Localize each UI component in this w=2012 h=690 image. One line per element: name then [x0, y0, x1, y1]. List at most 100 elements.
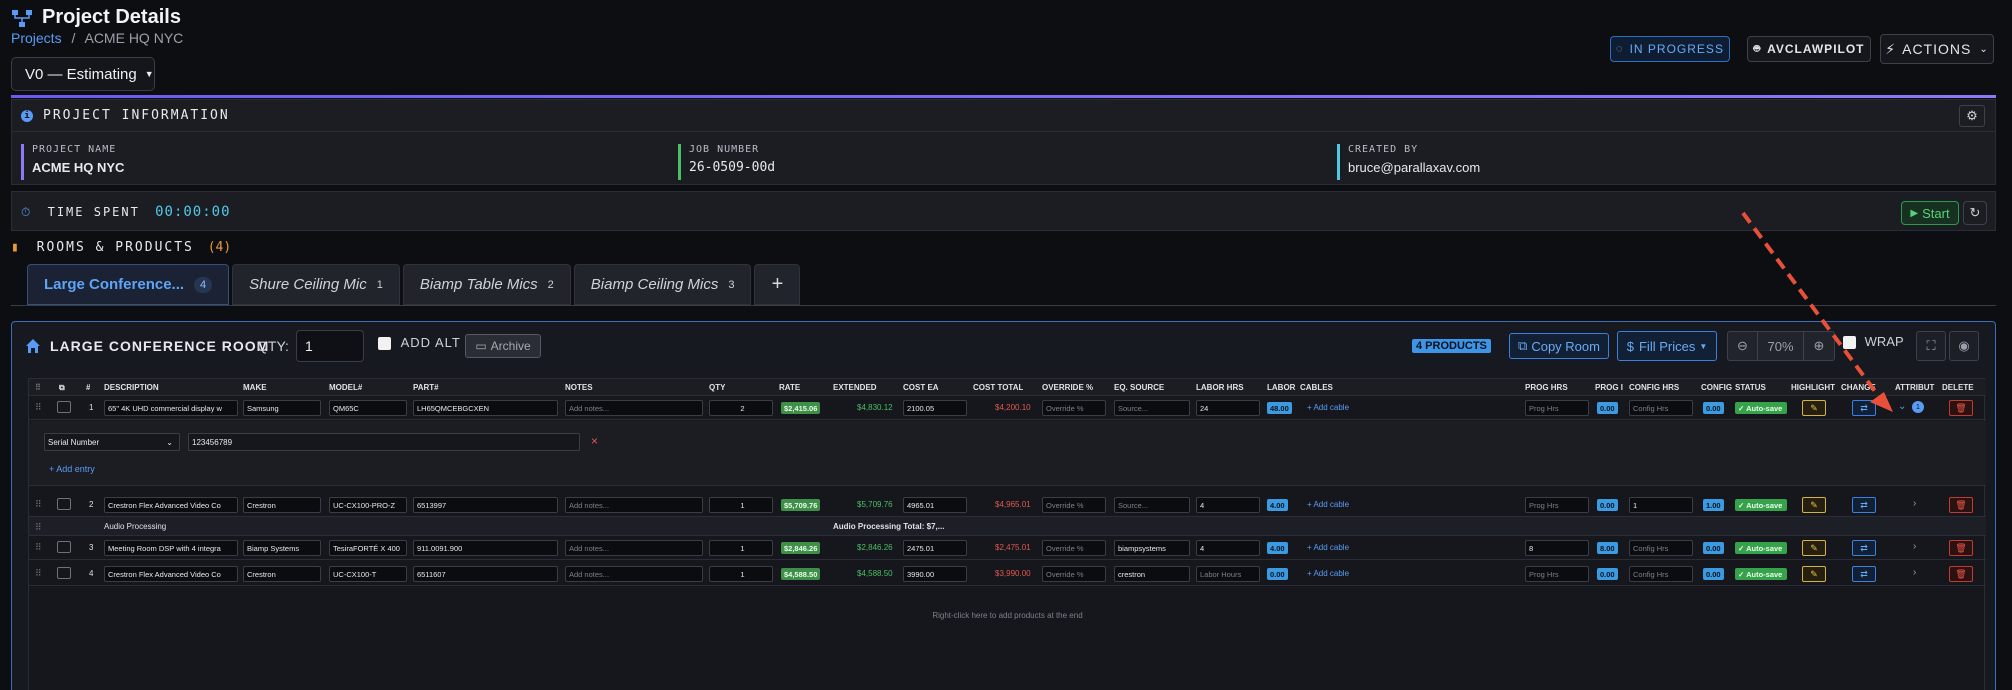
attribute-select[interactable]: Serial Number ⌄ — [44, 433, 180, 451]
remove-attribute-icon[interactable]: × — [591, 434, 598, 448]
col-header[interactable]: RATE — [779, 383, 800, 392]
drag-handle-icon[interactable]: ⠿ — [35, 568, 42, 579]
description-input[interactable]: 65" 4K UHD commercial display w — [104, 400, 238, 416]
highlight-pen-icon[interactable]: ✎ — [1802, 540, 1826, 556]
highlight-pen-icon[interactable]: ✎ — [1802, 400, 1826, 416]
col-header[interactable]: NOTES — [565, 383, 593, 392]
description-input[interactable]: Crestron Flex Advanced Video Co — [104, 566, 238, 582]
tab-large-conference[interactable]: Large Conference... 4 — [27, 264, 230, 305]
part-input[interactable]: 6513997 — [413, 497, 558, 513]
col-header[interactable]: LABOR HRS — [1196, 383, 1244, 392]
add-cable-link[interactable]: + Add cable — [1307, 569, 1349, 578]
prog-hrs-input[interactable]: Prog Hrs — [1525, 400, 1589, 416]
chevron-right-icon[interactable]: › — [1913, 567, 1916, 578]
notes-input[interactable]: Add notes... — [565, 566, 703, 582]
override-input[interactable]: Override % — [1042, 540, 1106, 556]
col-header[interactable]: # — [86, 383, 90, 392]
override-input[interactable]: Override % — [1042, 497, 1106, 513]
col-header[interactable]: COST EA — [903, 383, 939, 392]
drag-handle-icon[interactable]: ⠿ — [35, 522, 42, 533]
model-input[interactable]: UC-CX100-T — [329, 566, 407, 582]
status-button[interactable]: ◌ IN PROGRESS — [1610, 36, 1730, 62]
add-cable-link[interactable]: + Add cable — [1307, 543, 1349, 552]
copy-room-button[interactable]: ⧉ Copy Room — [1509, 333, 1609, 359]
source-input[interactable]: Source... — [1114, 400, 1190, 416]
labor-hrs-input[interactable]: 4 — [1196, 540, 1260, 556]
col-header[interactable]: HIGHLIGHT — [1791, 383, 1839, 392]
cost-ea-input[interactable]: 2100.05 — [903, 400, 967, 416]
prog-hrs-input[interactable]: Prog Hrs — [1525, 497, 1589, 513]
add-entry-link[interactable]: + Add entry — [49, 464, 95, 474]
chevron-right-icon[interactable]: › — [1913, 541, 1916, 552]
swap-icon[interactable]: ⇄ — [1852, 497, 1876, 513]
chevron-down-icon[interactable]: ⌄ — [1898, 401, 1906, 412]
config-hrs-input[interactable]: Config Hrs — [1629, 540, 1693, 556]
col-header[interactable]: PART# — [413, 383, 439, 392]
chevron-right-icon[interactable]: › — [1913, 498, 1916, 509]
trash-icon[interactable]: 🗑︎ — [1949, 497, 1973, 513]
trash-icon[interactable]: 🗑︎ — [1949, 566, 1973, 582]
model-input[interactable]: QM65C — [329, 400, 407, 416]
make-input[interactable]: Crestron — [243, 497, 321, 513]
qty-input[interactable]: 1 — [709, 497, 773, 513]
zoom-out-icon[interactable]: ⊖ — [1728, 332, 1758, 360]
cost-ea-input[interactable]: 3990.00 — [903, 566, 967, 582]
qty-input[interactable]: 1 — [709, 566, 773, 582]
drag-handle-icon[interactable]: ⠿ — [35, 542, 42, 553]
highlight-pen-icon[interactable]: ✎ — [1802, 497, 1826, 513]
add-cable-link[interactable]: + Add cable — [1307, 403, 1349, 412]
col-header[interactable]: COST TOTAL — [973, 383, 1023, 392]
wrap-toggle[interactable]: WRAP — [1843, 334, 1904, 350]
zoom-in-icon[interactable]: ⊕ — [1804, 332, 1834, 360]
tab-biamp-ceiling-mics[interactable]: Biamp Ceiling Mics 3 — [573, 264, 752, 305]
fullscreen-icon[interactable]: ⛶ — [1916, 331, 1946, 361]
source-input[interactable]: Source... — [1114, 497, 1190, 513]
tab-shure-ceiling-mic[interactable]: Shure Ceiling Mic 1 — [232, 264, 400, 305]
tab-biamp-table-mics[interactable]: Biamp Table Mics 2 — [402, 264, 571, 305]
cost-ea-input[interactable]: 2475.01 — [903, 540, 967, 556]
wrap-checkbox[interactable] — [1843, 336, 1856, 350]
override-input[interactable]: Override % — [1042, 400, 1106, 416]
pilot-button[interactable]: 🤖︎ AVCLAWPILOT — [1747, 36, 1871, 62]
highlight-pen-icon[interactable]: ✎ — [1802, 566, 1826, 582]
add-alt-toggle[interactable]: ADD ALT — [378, 335, 461, 351]
source-input[interactable]: biampsystems — [1114, 540, 1190, 556]
duplicate-icon[interactable] — [57, 541, 71, 553]
part-input[interactable]: 6511607 — [413, 566, 558, 582]
duplicate-icon[interactable] — [57, 498, 71, 510]
swap-icon[interactable]: ⇄ — [1852, 566, 1876, 582]
part-input[interactable]: LH65QMCEBGCXEN — [413, 400, 558, 416]
notes-input[interactable]: Add notes... — [565, 540, 703, 556]
model-input[interactable]: TesiraFORTÉ X 400 — [329, 540, 407, 556]
part-input[interactable]: 911.0091.900 — [413, 540, 558, 556]
model-input[interactable]: UC-CX100-PRO-Z — [329, 497, 407, 513]
reset-timer-icon[interactable]: ↻ — [1963, 201, 1987, 225]
labor-hrs-input[interactable]: 4 — [1196, 497, 1260, 513]
col-header[interactable]: PROG HRS — [1525, 383, 1568, 392]
override-input[interactable]: Override % — [1042, 566, 1106, 582]
col-header[interactable]: CHANGE — [1841, 383, 1887, 392]
description-input[interactable]: Crestron Flex Advanced Video Co — [104, 497, 238, 513]
add-alt-checkbox[interactable] — [378, 337, 391, 351]
make-input[interactable]: Biamp Systems — [243, 540, 321, 556]
actions-dropdown[interactable]: ⚡︎ ACTIONS ⌄ — [1880, 34, 1994, 64]
config-hrs-input[interactable]: Config Hrs — [1629, 566, 1693, 582]
description-input[interactable]: Meeting Room DSP with 4 integra — [104, 540, 238, 556]
col-header[interactable]: DESCRIPTION — [104, 383, 159, 392]
swap-icon[interactable]: ⇄ — [1852, 400, 1876, 416]
col-header[interactable]: EXTENDED — [833, 383, 877, 392]
prog-hrs-input[interactable]: Prog Hrs — [1525, 566, 1589, 582]
col-header[interactable]: QTY — [709, 383, 725, 392]
swap-icon[interactable]: ⇄ — [1852, 540, 1876, 556]
drag-handle-icon[interactable]: ⠿ — [35, 402, 42, 413]
col-header[interactable]: ATTRIBUT — [1895, 383, 1939, 392]
fill-prices-button[interactable]: $ Fill Prices ▼ — [1617, 331, 1717, 361]
col-header[interactable]: MAKE — [243, 383, 267, 392]
breadcrumb-projects-link[interactable]: Projects — [11, 30, 62, 46]
col-header[interactable]: CABLES — [1300, 383, 1333, 392]
duplicate-icon[interactable] — [57, 401, 71, 413]
add-products-hint[interactable]: Right-click here to add products at the … — [29, 611, 1986, 620]
eye-icon[interactable]: ◉ — [1949, 331, 1979, 361]
notes-input[interactable]: Add notes... — [565, 400, 703, 416]
trash-icon[interactable]: 🗑︎ — [1949, 540, 1973, 556]
